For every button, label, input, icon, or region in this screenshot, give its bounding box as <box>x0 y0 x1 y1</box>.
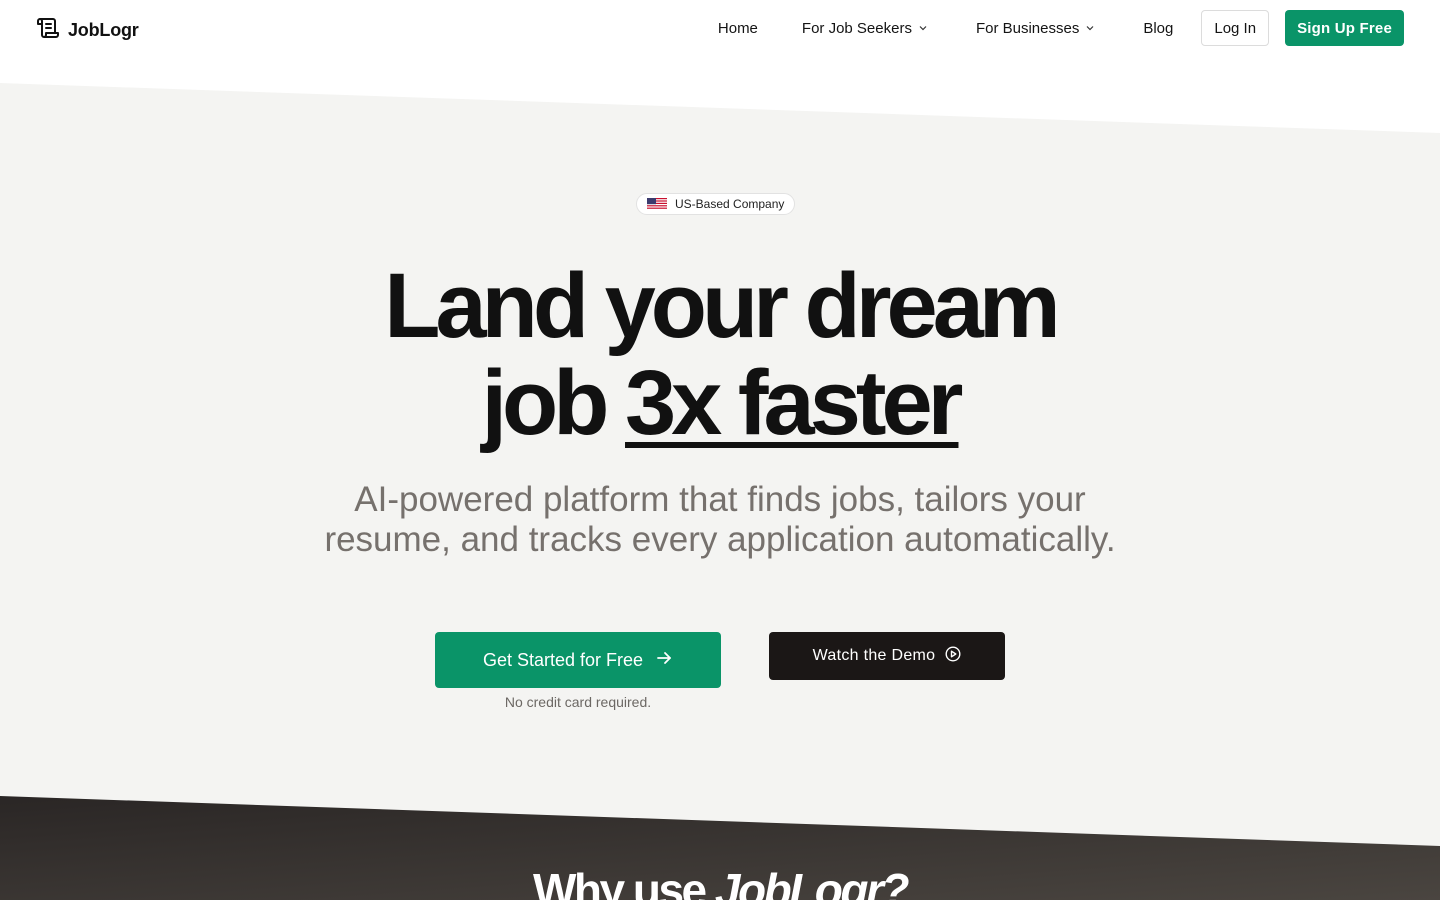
nav-link-blog[interactable]: Blog <box>1143 10 1173 46</box>
no-credit-card-note: No credit card required. <box>504 694 652 710</box>
play-circle-icon <box>945 645 961 667</box>
why-section-heading: Why use JobLogr? <box>0 862 1440 900</box>
why-heading-brand: JobLogr? <box>714 864 910 900</box>
signup-button[interactable]: Sign Up Free <box>1285 10 1404 46</box>
arrow-right-icon <box>655 649 673 672</box>
nav-link-blog-label: Blog <box>1143 19 1174 37</box>
brand-logo[interactable]: JobLogr <box>36 16 139 45</box>
hero-section: US-Based Company Land your dream job 3x … <box>0 0 1440 900</box>
nav-dropdown-job-seekers[interactable]: For Job Seekers <box>802 10 928 46</box>
nav-links: Home For Job Seekers For Businesses Blog… <box>718 10 1404 46</box>
nav-link-home-label: Home <box>717 19 758 37</box>
get-started-label: Get Started for Free <box>482 649 644 670</box>
badge-label: US-Based Company <box>675 197 785 211</box>
headline-line-1: Land your dream <box>384 255 1060 357</box>
nav-link-home[interactable]: Home <box>718 10 758 46</box>
us-based-badge: US-Based Company <box>636 193 796 215</box>
hero-subheadline: AI-powered platform that finds jobs, tai… <box>0 480 1440 560</box>
get-started-button[interactable]: Get Started for Free <box>435 632 721 688</box>
headline-emphasis: 3x faster <box>625 352 963 454</box>
nav-link-job-seekers-label: For Job Seekers <box>801 19 912 37</box>
hero-headline: Land your dream job 3x faster <box>0 258 1440 452</box>
top-navigation: JobLogr Home For Job Seekers For Busines… <box>0 0 1440 56</box>
headline-line-2-prefix: job <box>481 352 626 454</box>
why-heading-prefix: Why use <box>532 864 715 900</box>
scroll-icon <box>36 16 60 45</box>
us-flag-icon <box>647 198 667 210</box>
subheadline-line-2: resume, and tracks every application aut… <box>324 520 1116 559</box>
watch-demo-button[interactable]: Watch the Demo <box>769 632 1005 680</box>
chevron-down-icon <box>1085 23 1095 33</box>
login-button[interactable]: Log In <box>1201 10 1270 46</box>
subheadline-line-1: AI-powered platform that finds jobs, tai… <box>354 480 1086 519</box>
watch-demo-label: Watch the Demo <box>812 647 936 664</box>
headline-line-2: job 3x faster <box>0 355 1440 452</box>
nav-link-businesses-label: For Businesses <box>975 19 1080 37</box>
brand-name: JobLogr <box>68 20 139 40</box>
chevron-down-icon <box>918 23 928 33</box>
nav-dropdown-businesses[interactable]: For Businesses <box>976 10 1095 46</box>
